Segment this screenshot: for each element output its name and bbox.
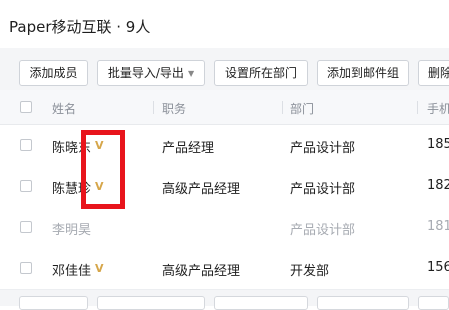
member-phone: 185: [427, 137, 449, 152]
table-header: 姓名 职务 部门 手机: [0, 90, 449, 125]
chevron-down-icon: ▼: [187, 69, 195, 78]
row-checkbox[interactable]: [20, 262, 32, 274]
row-checkbox[interactable]: [20, 139, 32, 151]
member-name: 李明昊: [52, 223, 92, 238]
member-phone: 1818: [427, 219, 449, 234]
column-phone-header[interactable]: 手机: [427, 100, 449, 117]
annotation-highlight-box: [81, 130, 125, 209]
footer-button[interactable]: [317, 296, 409, 310]
column-divider: [282, 101, 283, 114]
member-department: 开发部: [290, 264, 330, 279]
row-checkbox[interactable]: [20, 180, 32, 192]
member-title: 产品经理: [162, 141, 215, 156]
table-row[interactable]: 陈晓东 V 产品经理 产品设计部 185: [0, 125, 449, 167]
set-department-button[interactable]: 设置所在部门: [214, 60, 308, 86]
footer-button[interactable]: [418, 296, 449, 310]
footer-button[interactable]: [19, 296, 88, 310]
batch-import-export-label: 批量导入/导出: [107, 66, 184, 80]
select-all-checkbox[interactable]: [20, 101, 32, 113]
row-checkbox[interactable]: [20, 221, 32, 233]
member-department: 产品设计部: [290, 182, 356, 197]
table-row[interactable]: 李明昊 产品设计部 1818: [0, 207, 449, 249]
page-title: Paper移动互联 · 9人: [9, 18, 151, 36]
member-name: 邓佳佳: [52, 264, 92, 279]
member-phone: 156: [427, 260, 449, 275]
member-department: 产品设计部: [290, 223, 356, 238]
column-divider: [417, 101, 418, 114]
member-phone: 182: [427, 178, 449, 193]
member-department: 产品设计部: [290, 141, 356, 156]
bottom-toolbar: [0, 290, 449, 310]
footer-button[interactable]: [97, 296, 205, 310]
table-row[interactable]: 邓佳佳 V 高级产品经理 开发部 156: [0, 248, 449, 290]
vip-badge-icon: V: [95, 262, 104, 275]
column-department-header[interactable]: 部门: [290, 100, 314, 117]
column-name-header[interactable]: 姓名: [52, 100, 76, 117]
member-title: 高级产品经理: [162, 264, 241, 279]
batch-import-export-button[interactable]: 批量导入/导出 ▼: [97, 60, 205, 86]
toolbar: 添加成员 批量导入/导出▼ 设置所在部门 添加到邮件组 删除: [0, 48, 449, 90]
footer-button[interactable]: [214, 296, 308, 310]
add-member-button[interactable]: 添加成员: [19, 60, 88, 86]
member-title: 高级产品经理: [162, 182, 241, 197]
add-to-mail-group-button[interactable]: 添加到邮件组: [317, 60, 409, 86]
table-row[interactable]: 陈慧珍 V 高级产品经理 产品设计部 182: [0, 166, 449, 208]
column-title-header[interactable]: 职务: [162, 100, 186, 117]
delete-button[interactable]: 删除: [418, 60, 449, 86]
column-divider: [153, 101, 154, 114]
